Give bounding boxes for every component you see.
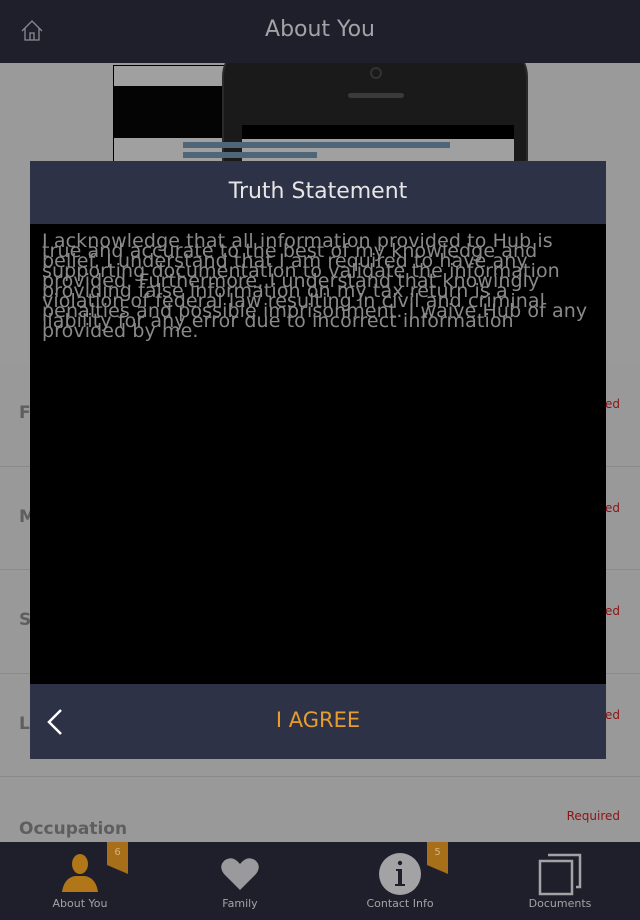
app-header: About You [0, 0, 640, 63]
tab-label: Family [222, 897, 258, 910]
badge-count: 5 [434, 847, 441, 858]
chevron-left-icon [47, 709, 62, 735]
person-icon [62, 854, 98, 892]
documents-icon [538, 853, 582, 896]
badge: 6 [107, 842, 128, 874]
tab-family[interactable]: Family [160, 842, 320, 920]
tab-about-you[interactable]: 6 About You [0, 842, 160, 920]
bottom-tab-bar: 6 About You Family 5 Contact Info Docume… [0, 842, 640, 920]
modal-title: Truth Statement [30, 161, 606, 224]
tab-label: About You [52, 897, 108, 910]
tab-documents[interactable]: Documents [480, 842, 640, 920]
agree-button[interactable]: I AGREE [90, 708, 546, 732]
page-title: About You [265, 17, 375, 42]
field-label: L [19, 713, 30, 734]
illustration-lines [183, 142, 450, 162]
field-label: Occupation [19, 819, 128, 839]
truth-statement-text: I acknowledge that all information provi… [42, 230, 588, 342]
heart-icon [221, 858, 259, 890]
tab-label: Contact Info [366, 897, 434, 910]
tab-contact-info[interactable]: 5 Contact Info [320, 842, 480, 920]
modal-body[interactable]: I acknowledge that all information provi… [30, 224, 606, 684]
modal-footer: I AGREE [30, 684, 606, 759]
info-icon [379, 853, 421, 895]
badge: 5 [427, 842, 448, 874]
tab-label: Documents [528, 897, 592, 910]
required-indicator: Required [566, 809, 620, 823]
field-label: F [19, 403, 31, 423]
badge-count: 6 [114, 847, 121, 858]
back-button[interactable] [44, 706, 68, 738]
truth-statement-modal: Truth Statement I acknowledge that all i… [30, 161, 606, 759]
